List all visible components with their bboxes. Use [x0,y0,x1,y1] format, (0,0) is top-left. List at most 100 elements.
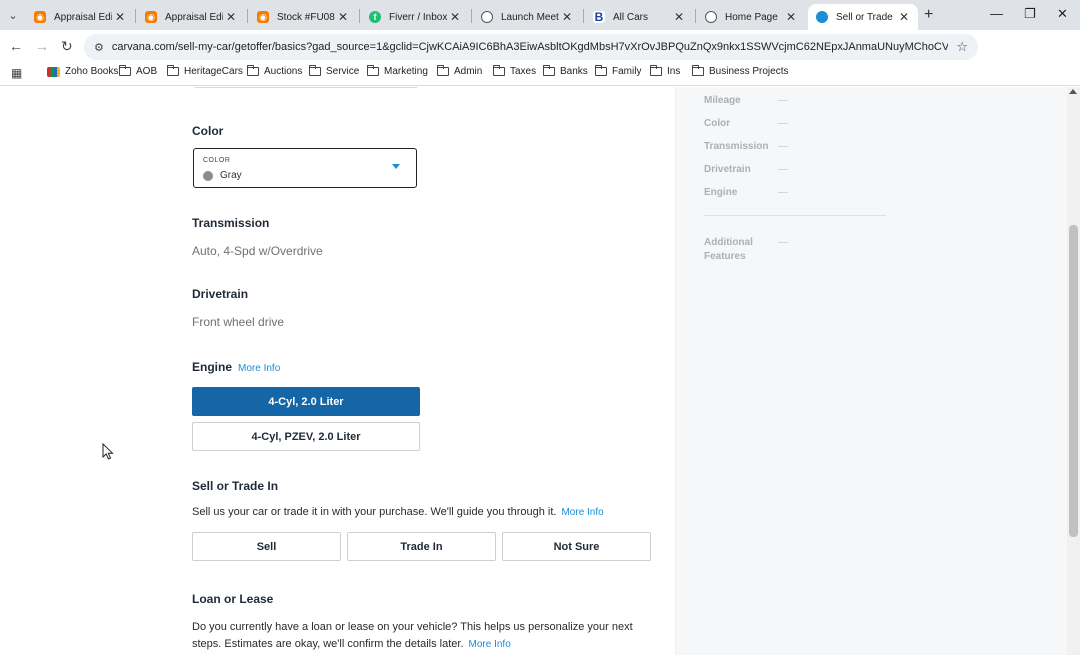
tab-title: Fiverr / Inbox [389,11,447,23]
close-icon[interactable]: ✕ [335,10,351,24]
bookmark-business-projects[interactable]: Business Projects [691,64,788,77]
folder-icon [492,64,505,76]
tab-launch-meeting[interactable]: Launch Meeting ✕ [473,4,581,30]
minimize-icon[interactable]: — [990,6,1003,21]
tab-sell-or-trade-in[interactable]: Sell or Trade In ✕ [808,4,918,30]
bookmark-service[interactable]: Service [308,64,359,77]
carvana-icon [816,11,828,23]
close-icon[interactable]: ✕ [223,10,239,24]
tab-stock[interactable]: ◉ Stock #FU0874 ✕ [249,4,357,30]
transmission-heading: Transmission [192,216,270,230]
color-swatch [203,170,213,181]
tab-title: Launch Meeting [501,11,559,23]
loan-or-lease-heading: Loan or Lease [192,592,274,606]
summary-transmission-label: Transmission [704,141,769,152]
engine-more-info-link[interactable]: More Info [238,363,280,374]
color-field-label: COLOR [203,157,231,164]
browser-toolbar: ← → ↻ ⚙ carvana.com/sell-my-car/getoffer… [0,30,1080,84]
engine-heading-text: Engine [192,360,233,374]
restore-icon[interactable]: ❐ [1024,6,1036,22]
drivetrain-value: Front wheel drive [192,315,285,329]
tab-title: Appraisal Edit [165,11,223,23]
bookmark-admin[interactable]: Admin [436,64,482,77]
bookmark-aob[interactable]: AOB [118,64,157,77]
folder-icon [246,64,259,76]
close-icon[interactable]: ✕ [447,10,463,24]
bookmark-family[interactable]: Family [594,64,641,77]
summary-drivetrain-label: Drivetrain [704,164,751,175]
summary-engine-label: Engine [704,187,738,198]
summary-color-value: — [778,118,788,129]
drivetrain-heading: Drivetrain [192,287,249,301]
tab-search-icon[interactable]: ⌄ [4,6,22,24]
folder-icon [166,64,179,76]
folder-icon [649,64,662,76]
color-heading: Color [192,124,224,138]
sell-button[interactable]: Sell [192,532,341,561]
close-icon[interactable]: ✕ [671,10,687,24]
color-value-text: Gray [220,170,242,181]
scroll-up-arrow-icon[interactable] [1069,89,1077,94]
tab-appraisal-edit-2[interactable]: ◉ Appraisal Edit ✕ [137,4,245,30]
summary-additional-label-2: Features [704,251,746,262]
bookmark-star-icon[interactable]: ☆ [956,39,968,55]
globe-icon [705,11,717,23]
summary-transmission-value: — [778,141,788,152]
tab-home-page[interactable]: Home Page ✕ [697,4,805,30]
vehicle-summary-panel: Mileage — Color — Transmission — Drivetr… [675,87,1067,655]
folder-icon [691,64,704,76]
tab-title: Appraisal Edit [54,11,112,23]
summary-mileage-label: Mileage [704,95,741,106]
page-scrollbar[interactable] [1067,87,1080,655]
bookmark-ins[interactable]: Ins [649,64,680,77]
engine-option-pzev-2-0-liter[interactable]: 4-Cyl, PZEV, 2.0 Liter [192,422,420,451]
tab-title: All Cars [613,11,649,23]
new-tab-icon[interactable]: + [924,6,933,24]
tab-appraisal-edit-1[interactable]: ◉ Appraisal Edit ✕ [26,4,134,30]
divider [195,87,417,88]
scrollbar-thumb[interactable] [1069,225,1078,537]
url-text[interactable]: carvana.com/sell-my-car/getoffer/basics?… [112,41,948,53]
tab-all-cars[interactable]: B All Cars ✕ [585,4,693,30]
close-icon[interactable]: ✕ [559,10,575,24]
chevron-down-icon[interactable] [392,164,400,169]
mouse-cursor-icon [102,443,114,460]
b-logo-icon: B [593,10,605,24]
color-dropdown[interactable]: COLOR Gray [193,148,417,188]
not-sure-button[interactable]: Not Sure [502,532,651,561]
close-icon[interactable]: ✕ [896,10,912,24]
orange-square-icon: ◉ [34,11,46,23]
close-icon[interactable]: ✕ [783,10,799,24]
reload-icon[interactable]: ↻ [61,38,73,55]
close-icon[interactable]: ✕ [112,10,128,24]
summary-divider [704,215,886,216]
site-info-icon[interactable]: ⚙ [94,41,104,54]
sell-trade-more-info-link[interactable]: More Info [561,507,603,518]
address-bar[interactable]: ⚙ carvana.com/sell-my-car/getoffer/basic… [84,34,978,60]
window-close-icon[interactable]: ✕ [1057,6,1068,22]
bookmark-marketing[interactable]: Marketing [366,64,428,77]
back-icon[interactable]: ← [9,38,23,54]
trade-in-button[interactable]: Trade In [347,532,496,561]
bookmark-banks[interactable]: Banks [542,64,588,77]
sell-or-trade-description: Sell us your car or trade it in with you… [192,506,604,518]
forward-icon[interactable]: → [35,38,49,54]
folder-icon [436,64,449,76]
transmission-value: Auto, 4-Spd w/Overdrive [192,244,323,258]
bookmark-heritagecars[interactable]: HeritageCars [166,64,243,77]
folder-icon [118,64,131,76]
engine-option-2-0-liter[interactable]: 4-Cyl, 2.0 Liter [192,387,420,416]
summary-color-label: Color [704,118,731,129]
folder-icon [366,64,379,76]
summary-engine-value: — [778,187,788,198]
bookmark-zoho-books[interactable]: Zoho Books [47,66,118,77]
folder-icon [594,64,607,76]
tab-title: Sell or Trade In [836,11,896,23]
loan-or-lease-description: Do you currently have a loan or lease on… [192,621,633,650]
tab-title: Stock #FU0874 [277,11,335,23]
apps-grid-icon[interactable]: ▦ [11,66,22,80]
tab-fiverr-inbox[interactable]: f Fiverr / Inbox ✕ [361,4,469,30]
bookmark-auctions[interactable]: Auctions [246,64,302,77]
bookmark-taxes[interactable]: Taxes [492,64,536,77]
loan-more-info-link[interactable]: More Info [469,639,511,650]
